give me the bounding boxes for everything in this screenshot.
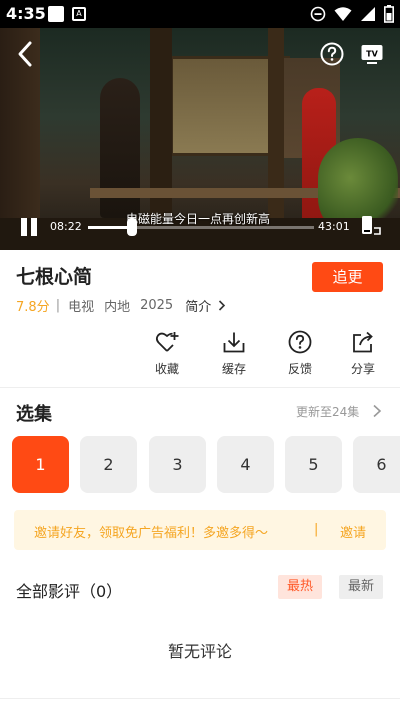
danmaku-text: 电磁能量今日一点再创新高 [126,212,271,226]
heart-plus-icon [155,332,179,352]
duration-time: 43:01 [318,220,350,233]
cast-tv-button[interactable]: TV [360,42,384,66]
dnd-icon [310,6,326,22]
invite-divider: | [314,522,319,537]
action-bar: 收藏 缓存 反馈 分享 [0,330,400,380]
intro-link[interactable]: 简介 [185,296,226,315]
tv-icon: TV [361,45,383,64]
progress-bar[interactable] [88,218,314,236]
intro-label: 简介 [185,300,212,315]
question-icon [288,330,312,354]
episode-list: 1 2 3 4 5 6 [12,436,400,494]
chevron-right-icon[interactable] [372,404,382,418]
empty-comments-text: 暂无评论 [167,642,232,661]
sort-new-tab[interactable]: 最新 [339,575,383,599]
show-year: 2025 [140,298,174,313]
status-icons [310,5,394,23]
pause-icon [21,218,27,236]
share-label: 分享 [350,362,375,376]
share-button[interactable]: 分享 [338,330,388,377]
episode-item[interactable]: 6 [353,436,400,493]
episodes-update-link[interactable]: 更新至24集 [296,403,359,420]
invite-button[interactable]: 邀请 [340,522,366,541]
episode-item[interactable]: 3 [149,436,206,493]
download-label: 缓存 [221,362,246,376]
episodes-title: 选集 [16,404,52,425]
progress-fill [88,226,133,229]
fullscreen-button[interactable] [360,214,382,236]
download-icon [223,332,245,353]
video-scene-pillar [268,28,284,250]
section-divider [0,387,400,388]
pause-icon [31,218,37,236]
notification-icon [48,6,64,22]
follow-button[interactable]: 追更 [312,262,383,292]
back-arrow-icon [18,41,32,67]
chevron-right-icon [219,300,226,311]
episode-item[interactable]: 1 [12,436,69,493]
battery-icon [384,5,394,23]
episode-item[interactable]: 4 [217,436,274,493]
meta-separator: | [55,298,61,313]
show-score: 7.8分 [16,300,50,315]
back-button[interactable] [14,40,38,68]
episode-item[interactable]: 5 [285,436,342,493]
progress-thumb[interactable] [127,218,138,236]
episode-item[interactable]: 2 [80,436,137,493]
show-title: 七根心简 [16,266,93,288]
favorite-button[interactable]: 收藏 [142,330,192,377]
share-icon [353,331,373,353]
pause-button[interactable] [18,216,40,238]
sort-hot-tab[interactable]: 最热 [278,575,322,599]
status-time: 4:35 [6,4,46,23]
current-time: 08:22 [50,220,82,233]
show-meta: 7.8分 | 电视 内地 2025 简介 [16,296,226,315]
signal-icon [361,7,375,21]
show-category: 电视 [68,300,95,315]
show-region: 内地 [104,300,131,315]
fullscreen-icon [362,216,381,235]
wifi-icon [334,7,352,21]
bottom-divider [0,698,400,699]
status-bar: 4:35 A [0,0,400,28]
download-button[interactable]: 缓存 [209,330,259,377]
svg-text:TV: TV [366,50,378,59]
feedback-label: 反馈 [287,362,312,376]
invite-text: 邀请好友，领取免广告福利！多邀多得～ [34,526,269,541]
app-notification-icon: A [72,7,86,21]
invite-banner[interactable]: 邀请好友，领取免广告福利！多邀多得～ | 邀请 [14,510,386,550]
video-player[interactable]: TV 电磁能量今日一点再创新高 08:22 43:01 [0,28,400,250]
help-button[interactable] [320,42,344,66]
favorite-label: 收藏 [154,362,179,376]
feedback-button[interactable]: 反馈 [275,330,325,377]
reviews-title: 全部影评（0） [16,582,123,601]
question-circle-icon [320,42,344,66]
